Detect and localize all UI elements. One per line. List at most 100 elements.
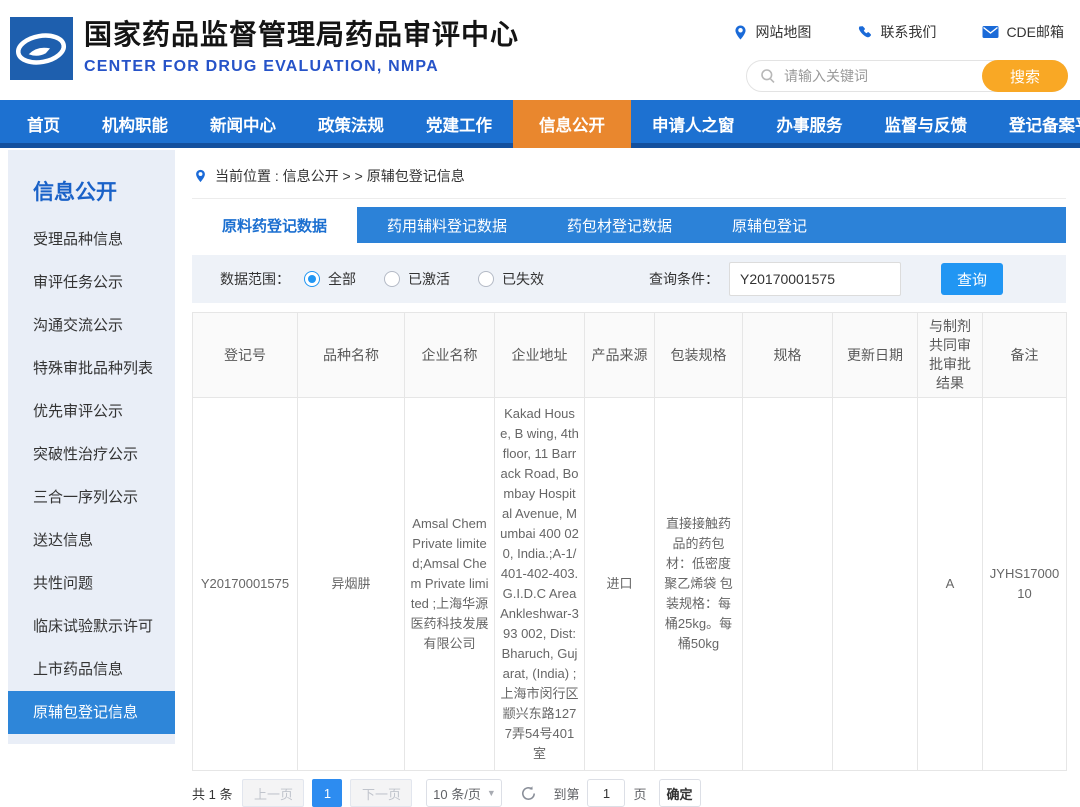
refresh-icon — [520, 785, 537, 802]
header-quick-links: 网站地图 联系我们 CDE邮箱 — [733, 22, 1064, 42]
sidebar-item-clinical-trial-license[interactable]: 临床试验默示许可 — [8, 605, 175, 648]
tab-packaging-registration[interactable]: 药包材登记数据 — [537, 207, 702, 243]
nav-item-applicant-window[interactable]: 申请人之窗 — [631, 100, 756, 148]
refresh-button[interactable] — [520, 785, 537, 802]
col-packaging-spec: 包装规格 — [655, 313, 743, 398]
query-button[interactable]: 查询 — [941, 263, 1003, 295]
sidebar: 信息公开 受理品种信息 审评任务公示 沟通交流公示 特殊审批品种列表 优先审评公… — [8, 150, 175, 744]
sidebar-title: 信息公开 — [8, 150, 175, 218]
page-size-select[interactable]: 10 条/页 ▼ — [426, 779, 502, 807]
radio-activated[interactable]: 已激活 — [384, 269, 450, 289]
nav-item-news[interactable]: 新闻中心 — [189, 100, 297, 148]
sidebar-item-marketed-drugs[interactable]: 上市药品信息 — [8, 648, 175, 691]
col-update-date: 更新日期 — [833, 313, 918, 398]
chevron-down-icon: ▼ — [487, 788, 496, 798]
sidebar-item-special-approval[interactable]: 特殊审批品种列表 — [8, 347, 175, 390]
radio-expired-control[interactable] — [478, 271, 494, 287]
nav-item-info-disclosure[interactable]: 信息公开 — [513, 100, 631, 148]
cell-company-name: Amsal Chem Private limited;Amsal Chem Pr… — [405, 398, 495, 771]
col-company-name: 企业名称 — [405, 313, 495, 398]
cde-mail-link-label: CDE邮箱 — [1006, 22, 1064, 42]
nav-item-registration-platform[interactable]: 登记备案平台 — [988, 100, 1080, 148]
tab-api-registration[interactable]: 原料药登记数据 — [192, 207, 357, 243]
breadcrumb-pin-icon — [194, 168, 207, 184]
radio-activated-control[interactable] — [384, 271, 400, 287]
search-icon — [760, 68, 776, 84]
data-tabs: 原料药登记数据 药用辅料登记数据 药包材登记数据 原辅包登记 — [192, 207, 1066, 243]
radio-expired-label: 已失效 — [502, 269, 544, 289]
brand-block: 国家药品监督管理局药品审评中心 CENTER FOR DRUG EVALUATI… — [84, 18, 519, 76]
table-header-row: 登记号 品种名称 企业名称 企业地址 产品来源 包装规格 规格 更新日期 与制剂… — [193, 313, 1067, 398]
col-product-source: 产品来源 — [585, 313, 655, 398]
cell-product-source: 进口 — [585, 398, 655, 771]
col-remark: 备注 — [983, 313, 1067, 398]
cde-logo — [10, 17, 73, 80]
sidebar-item-common-issues[interactable]: 共性问题 — [8, 562, 175, 605]
phone-icon — [857, 24, 873, 40]
radio-expired[interactable]: 已失效 — [478, 269, 544, 289]
location-pin-icon — [733, 24, 748, 41]
cell-product-name: 异烟肼 — [298, 398, 405, 771]
sidebar-item-review-tasks[interactable]: 审评任务公示 — [8, 261, 175, 304]
cell-spec — [743, 398, 833, 771]
site-title: 国家药品监督管理局药品审评中心 — [84, 18, 519, 52]
nav-item-party[interactable]: 党建工作 — [405, 100, 513, 148]
contact-link-label: 联系我们 — [880, 22, 936, 42]
table-row: Y20170001575 异烟肼 Amsal Chem Private limi… — [193, 398, 1067, 771]
radio-activated-label: 已激活 — [408, 269, 450, 289]
page-size-value: 10 条/页 — [433, 784, 481, 803]
site-header: 国家药品监督管理局药品审评中心 CENTER FOR DRUG EVALUATI… — [0, 0, 1080, 100]
main-content: 当前位置 : 信息公开 > > 原辅包登记信息 原料药登记数据 药用辅料登记数据… — [192, 150, 1066, 807]
search-input[interactable] — [776, 68, 983, 84]
radio-all[interactable]: 全部 — [304, 269, 356, 289]
nav-item-home[interactable]: 首页 — [6, 100, 81, 148]
scope-radio-group: 全部 已激活 已失效 — [304, 269, 544, 289]
sidebar-item-communication[interactable]: 沟通交流公示 — [8, 304, 175, 347]
cell-update-date — [833, 398, 918, 771]
next-page-button[interactable]: 下一页 — [350, 779, 412, 807]
goto-confirm-button[interactable]: 确定 — [659, 779, 701, 807]
search-button[interactable]: 搜索 — [982, 60, 1068, 92]
goto-page-label: 到第 — [553, 784, 579, 803]
pagination: 共 1 条 上一页 1 下一页 10 条/页 ▼ 到第 页 确定 — [192, 779, 1066, 807]
col-product-name: 品种名称 — [298, 313, 405, 398]
breadcrumb-text: 当前位置 : 信息公开 > > 原辅包登记信息 — [215, 166, 465, 186]
breadcrumb: 当前位置 : 信息公开 > > 原辅包登记信息 — [192, 150, 1066, 199]
prev-page-button[interactable]: 上一页 — [242, 779, 304, 807]
query-condition-label: 查询条件： — [649, 269, 719, 289]
cde-logo-icon — [10, 17, 73, 80]
contact-link[interactable]: 联系我们 — [857, 22, 936, 42]
sidebar-item-delivery-info[interactable]: 送达信息 — [8, 519, 175, 562]
col-reg-no: 登记号 — [193, 313, 298, 398]
total-count: 共 1 条 — [192, 784, 232, 803]
nav-item-services[interactable]: 办事服务 — [756, 100, 864, 148]
tab-raw-excipient-pack[interactable]: 原辅包登记 — [702, 207, 837, 243]
site-subtitle: CENTER FOR DRUG EVALUATION, NMPA — [84, 58, 519, 76]
sidebar-item-priority-review[interactable]: 优先审评公示 — [8, 390, 175, 433]
goto-page-input[interactable] — [587, 779, 625, 807]
main-nav: 首页 机构职能 新闻中心 政策法规 党建工作 信息公开 申请人之窗 办事服务 监… — [0, 100, 1080, 148]
tab-excipient-registration[interactable]: 药用辅料登记数据 — [357, 207, 537, 243]
query-condition-input[interactable] — [729, 262, 901, 296]
cell-company-address: Kakad House, B wing, 4th floor, 11 Barra… — [495, 398, 585, 771]
sidebar-item-raw-excipient-packaging[interactable]: 原辅包登记信息 — [8, 691, 175, 734]
sitemap-link[interactable]: 网站地图 — [733, 22, 811, 42]
cell-joint-review-result: A — [918, 398, 983, 771]
sitemap-link-label: 网站地图 — [755, 22, 811, 42]
radio-all-control[interactable] — [304, 271, 320, 287]
sidebar-item-breakthrough-therapy[interactable]: 突破性治疗公示 — [8, 433, 175, 476]
cde-mail-link[interactable]: CDE邮箱 — [982, 22, 1064, 42]
col-spec: 规格 — [743, 313, 833, 398]
col-joint-review-result: 与制剂共同审批审批结果 — [918, 313, 983, 398]
cell-remark: JYHS1700010 — [983, 398, 1067, 771]
cell-reg-no: Y20170001575 — [193, 398, 298, 771]
nav-item-supervision[interactable]: 监督与反馈 — [864, 100, 989, 148]
radio-all-label: 全部 — [328, 269, 356, 289]
page-number-button[interactable]: 1 — [312, 779, 342, 807]
scope-label: 数据范围： — [220, 269, 290, 289]
nav-item-functions[interactable]: 机构职能 — [81, 100, 189, 148]
col-company-address: 企业地址 — [495, 313, 585, 398]
sidebar-item-accepted-varieties[interactable]: 受理品种信息 — [8, 218, 175, 261]
nav-item-policies[interactable]: 政策法规 — [297, 100, 405, 148]
sidebar-item-three-in-one[interactable]: 三合一序列公示 — [8, 476, 175, 519]
